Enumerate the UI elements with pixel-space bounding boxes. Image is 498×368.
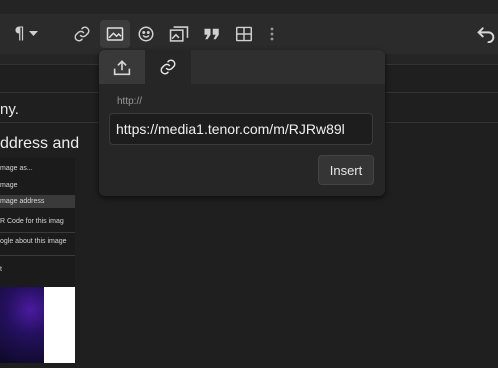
menu-item: mage as...: [0, 165, 33, 172]
image-button[interactable]: [100, 20, 130, 48]
purple-image: [0, 287, 44, 363]
image-icon: [106, 27, 124, 41]
quote-icon: [204, 28, 219, 40]
url-input[interactable]: [109, 113, 373, 145]
menu-item: R Code for this imag: [0, 218, 64, 225]
menu-separator: [0, 255, 75, 256]
link-icon: [160, 59, 176, 75]
table-icon: [236, 26, 252, 42]
paragraph-icon: ¶: [14, 24, 25, 44]
quote-button[interactable]: [200, 20, 224, 48]
editor-heading: ddress and: [0, 135, 80, 152]
top-strip: [0, 0, 498, 14]
editor-toolbar: ¶: [0, 14, 498, 54]
link-button[interactable]: [68, 20, 96, 48]
white-image: [44, 287, 75, 363]
menu-separator: [0, 232, 75, 233]
undo-icon: [477, 27, 495, 43]
gallery-button[interactable]: [166, 20, 192, 48]
upload-icon: [113, 60, 131, 76]
emoji-button[interactable]: [134, 20, 158, 48]
menu-item: mage: [0, 182, 18, 189]
link-icon: [74, 26, 90, 42]
table-button[interactable]: [232, 20, 256, 48]
embedded-screenshot: mage as... mage mage address R Code for …: [0, 158, 75, 363]
editor-line: ny.: [0, 101, 19, 118]
menu-item-highlighted: mage address: [0, 195, 75, 208]
tab-upload[interactable]: [99, 50, 145, 84]
paragraph-dropdown[interactable]: ¶: [10, 20, 42, 48]
chevron-down-icon: [28, 31, 38, 36]
menu-item: t: [0, 266, 2, 273]
emoji-icon: [138, 26, 154, 42]
menu-item: ogle about this image: [0, 238, 67, 245]
more-button[interactable]: [264, 20, 280, 48]
undo-button[interactable]: [474, 20, 498, 48]
tab-link[interactable]: [145, 50, 191, 84]
gallery-icon: [169, 26, 189, 42]
dialog-tabbar: [99, 50, 385, 84]
url-field-label: http://: [117, 96, 143, 107]
more-icon: [270, 27, 274, 41]
insert-button[interactable]: Insert: [318, 155, 374, 185]
image-insert-dialog: http:// Insert: [99, 50, 385, 196]
